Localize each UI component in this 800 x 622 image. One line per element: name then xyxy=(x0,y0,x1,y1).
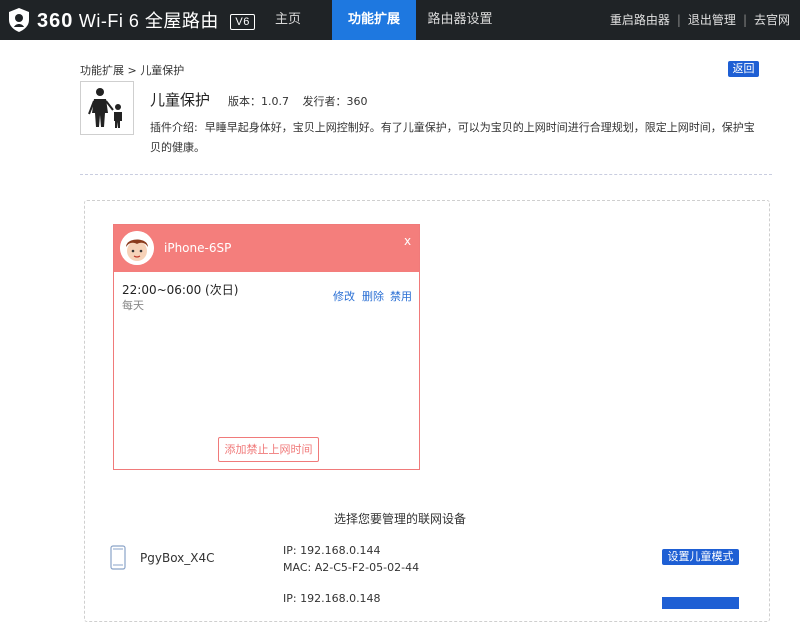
separator: | xyxy=(676,13,681,27)
set-child-mode-button[interactable] xyxy=(662,597,739,609)
add-block-time-button[interactable]: 添加禁止上网时间 xyxy=(218,437,319,462)
card-header: iPhone-6SP x xyxy=(114,225,419,272)
back-button[interactable]: 返回 xyxy=(728,61,759,77)
top-links: 重启路由器 | 退出管理 | 去官网 xyxy=(610,0,790,40)
plugin-meta: 版本：1.0.7 发行者：360 xyxy=(228,93,368,109)
shield-logo-icon xyxy=(9,8,29,32)
nav-router-settings[interactable]: 路由器设置 xyxy=(418,0,502,40)
plugin-desc-text: 早睡早起身体好，宝贝上网控制好。有了儿童保护，可以为宝贝的上网时间进行合理规划，… xyxy=(150,121,755,154)
child-avatar xyxy=(120,231,154,265)
close-icon[interactable]: x xyxy=(404,234,411,248)
brand-number: 360 xyxy=(37,10,74,32)
delete-rule-link[interactable]: 删除 xyxy=(362,288,384,304)
divider xyxy=(80,174,772,175)
top-bar: 360 Wi-Fi 6 全屋路由 V6 主页 功能扩展 路由器设置 重启路由器 … xyxy=(0,0,800,40)
select-device-title: 选择您要管理的联网设备 xyxy=(333,512,466,526)
child-face-icon xyxy=(120,231,154,265)
breadcrumb: 功能扩展 > 儿童保护 xyxy=(80,64,185,77)
edit-rule-link[interactable]: 修改 xyxy=(333,288,355,304)
logout-link[interactable]: 退出管理 xyxy=(688,0,736,40)
device-ip: IP: 192.168.0.144 xyxy=(283,544,381,557)
official-site-link[interactable]: 去官网 xyxy=(754,0,790,40)
set-child-mode-button[interactable]: 设置儿童模式 xyxy=(662,549,739,565)
plugin-version: 版本：1.0.7 xyxy=(228,95,289,108)
disable-rule-link[interactable]: 禁用 xyxy=(390,288,412,304)
adult-child-icon xyxy=(88,88,122,128)
plugin-desc-label: 插件介绍: xyxy=(150,121,198,134)
device-name: PgyBox_X4C xyxy=(140,551,215,565)
separator: | xyxy=(742,13,747,27)
reboot-router-link[interactable]: 重启路由器 xyxy=(610,0,670,40)
brand-text: Wi-Fi 6 全屋路由 xyxy=(78,11,219,31)
rule-repeat: 每天 xyxy=(122,299,144,312)
plugin-title: 儿童保护 xyxy=(150,91,211,109)
brand-title: 360 Wi-Fi 6 全屋路由 V6 xyxy=(37,7,255,33)
plugin-description: 插件介绍: 早睡早起身体好，宝贝上网控制好。有了儿童保护，可以为宝贝的上网时间进… xyxy=(150,118,760,158)
phone-icon xyxy=(110,545,126,570)
version-badge: V6 xyxy=(230,14,255,31)
rule-time: 22:00~06:00 (次日) xyxy=(122,283,239,297)
child-protection-icon xyxy=(80,81,134,135)
device-mac: MAC: A2-C5-F2-05-02-44 xyxy=(283,561,420,574)
nav-home[interactable]: 主页 xyxy=(258,0,318,40)
device-title: iPhone-6SP xyxy=(164,241,232,255)
logo[interactable]: 360 Wi-Fi 6 全屋路由 V6 xyxy=(8,6,255,34)
plugin-publisher: 发行者：360 xyxy=(302,95,368,108)
nav-feature-extension[interactable]: 功能扩展 xyxy=(332,0,416,40)
device-rule-card: iPhone-6SP x 22:00~06:00 (次日) 每天 修改 删除 禁… xyxy=(113,224,420,470)
device-ip: IP: 192.168.0.148 xyxy=(283,592,381,605)
